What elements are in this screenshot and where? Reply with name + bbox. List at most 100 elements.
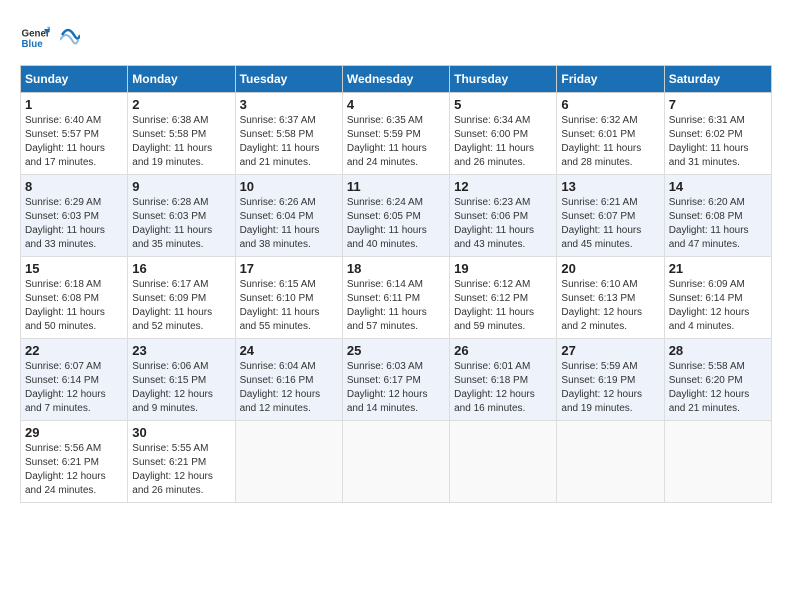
day-number: 13 [561,179,659,194]
day-number: 23 [132,343,230,358]
day-number: 6 [561,97,659,112]
calendar-day-cell: 11 Sunrise: 6:24 AM Sunset: 6:05 PM Dayli… [342,175,449,257]
day-number: 27 [561,343,659,358]
logo-wave-icon [60,20,80,50]
day-number: 29 [25,425,123,440]
day-number: 28 [669,343,767,358]
calendar-day-cell [557,421,664,503]
day-number: 20 [561,261,659,276]
calendar-day-cell: 2Sunrise: 6:38 AM Sunset: 5:58 PM Daylig… [128,93,235,175]
calendar-day-cell: 10 Sunrise: 6:26 AM Sunset: 6:04 PM Dayli… [235,175,342,257]
day-info: Sunrise: 5:58 AM Sunset: 6:20 PM Dayligh… [669,360,767,416]
weekday-header-row: SundayMondayTuesdayWednesdayThursdayFrid… [21,66,772,93]
day-number: 7 [669,97,767,112]
day-info: Sunrise: 6:14 AM Sunset: 6:11 PM Dayligh… [347,278,445,334]
calendar-week-row: 15 Sunrise: 6:18 AM Sunset: 6:08 PM Dayli… [21,257,772,339]
day-info: Sunrise: 6:06 AM Sunset: 6:15 PM Dayligh… [132,360,230,416]
weekday-header-cell: Wednesday [342,66,449,93]
day-number: 14 [669,179,767,194]
calendar-week-row: 8 Sunrise: 6:29 AM Sunset: 6:03 PM Daylig… [21,175,772,257]
day-number: 11 [347,179,445,194]
calendar-day-cell: 6Sunrise: 6:32 AM Sunset: 6:01 PM Daylig… [557,93,664,175]
day-number: 3 [240,97,338,112]
calendar-day-cell: 18 Sunrise: 6:14 AM Sunset: 6:11 PM Dayli… [342,257,449,339]
calendar-day-cell: 5 Sunrise: 6:34 AM Sunset: 6:00 PM Daylig… [450,93,557,175]
day-info: Sunrise: 6:40 AM Sunset: 5:57 PM Dayligh… [25,114,123,170]
day-info: Sunrise: 6:35 AM Sunset: 5:59 PM Dayligh… [347,114,445,170]
day-info: Sunrise: 6:29 AM Sunset: 6:03 PM Dayligh… [25,196,123,252]
day-info: Sunrise: 6:21 AM Sunset: 6:07 PM Dayligh… [561,196,659,252]
calendar-week-row: 29 Sunrise: 5:56 AM Sunset: 6:21 PM Dayli… [21,421,772,503]
calendar-day-cell: 13 Sunrise: 6:21 AM Sunset: 6:07 PM Dayli… [557,175,664,257]
logo-icon: General Blue [20,23,50,53]
day-info: Sunrise: 6:04 AM Sunset: 6:16 PM Dayligh… [240,360,338,416]
day-info: Sunrise: 6:23 AM Sunset: 6:06 PM Dayligh… [454,196,552,252]
day-info: Sunrise: 6:15 AM Sunset: 6:10 PM Dayligh… [240,278,338,334]
day-info: Sunrise: 6:03 AM Sunset: 6:17 PM Dayligh… [347,360,445,416]
weekday-header-cell: Thursday [450,66,557,93]
day-info: Sunrise: 6:28 AM Sunset: 6:03 PM Dayligh… [132,196,230,252]
day-info: Sunrise: 6:09 AM Sunset: 6:14 PM Dayligh… [669,278,767,334]
day-number: 26 [454,343,552,358]
calendar-day-cell: 3 Sunrise: 6:37 AM Sunset: 5:58 PM Daylig… [235,93,342,175]
day-number: 25 [347,343,445,358]
day-info: Sunrise: 6:07 AM Sunset: 6:14 PM Dayligh… [25,360,123,416]
weekday-header-cell: Tuesday [235,66,342,93]
day-info: Sunrise: 6:18 AM Sunset: 6:08 PM Dayligh… [25,278,123,334]
day-number: 19 [454,261,552,276]
day-number: 16 [132,261,230,276]
day-info: Sunrise: 6:12 AM Sunset: 6:12 PM Dayligh… [454,278,552,334]
calendar-day-cell [664,421,771,503]
calendar-day-cell: 24 Sunrise: 6:04 AM Sunset: 6:16 PM Dayli… [235,339,342,421]
calendar-day-cell: 19 Sunrise: 6:12 AM Sunset: 6:12 PM Dayli… [450,257,557,339]
calendar-day-cell: 1 Sunrise: 6:40 AM Sunset: 5:57 PM Daylig… [21,93,128,175]
calendar-day-cell [235,421,342,503]
calendar-week-row: 22 Sunrise: 6:07 AM Sunset: 6:14 PM Dayli… [21,339,772,421]
day-number: 24 [240,343,338,358]
day-number: 8 [25,179,123,194]
calendar-day-cell [450,421,557,503]
calendar-day-cell: 9Sunrise: 6:28 AM Sunset: 6:03 PM Daylig… [128,175,235,257]
logo: General Blue [20,20,80,55]
day-number: 5 [454,97,552,112]
calendar-day-cell: 12 Sunrise: 6:23 AM Sunset: 6:06 PM Dayli… [450,175,557,257]
svg-text:Blue: Blue [22,39,44,50]
weekday-header-cell: Monday [128,66,235,93]
calendar-day-cell: 7Sunrise: 6:31 AM Sunset: 6:02 PM Daylig… [664,93,771,175]
calendar-day-cell: 15 Sunrise: 6:18 AM Sunset: 6:08 PM Dayli… [21,257,128,339]
day-number: 12 [454,179,552,194]
calendar-day-cell: 16Sunrise: 6:17 AM Sunset: 6:09 PM Dayli… [128,257,235,339]
day-number: 18 [347,261,445,276]
day-info: Sunrise: 6:37 AM Sunset: 5:58 PM Dayligh… [240,114,338,170]
weekday-header-cell: Friday [557,66,664,93]
calendar-day-cell: 28 Sunrise: 5:58 AM Sunset: 6:20 PM Dayli… [664,339,771,421]
day-info: Sunrise: 5:56 AM Sunset: 6:21 PM Dayligh… [25,442,123,498]
day-info: Sunrise: 5:55 AM Sunset: 6:21 PM Dayligh… [132,442,230,498]
day-number: 1 [25,97,123,112]
day-number: 2 [132,97,230,112]
weekday-header-cell: Sunday [21,66,128,93]
calendar-day-cell: 17 Sunrise: 6:15 AM Sunset: 6:10 PM Dayli… [235,257,342,339]
day-number: 22 [25,343,123,358]
calendar-table: SundayMondayTuesdayWednesdayThursdayFrid… [20,65,772,503]
calendar-day-cell: 30 Sunrise: 5:55 AM Sunset: 6:21 PM Dayli… [128,421,235,503]
day-info: Sunrise: 6:34 AM Sunset: 6:00 PM Dayligh… [454,114,552,170]
calendar-day-cell: 14 Sunrise: 6:20 AM Sunset: 6:08 PM Dayli… [664,175,771,257]
day-number: 21 [669,261,767,276]
day-info: Sunrise: 6:24 AM Sunset: 6:05 PM Dayligh… [347,196,445,252]
calendar-day-cell: 20 Sunrise: 6:10 AM Sunset: 6:13 PM Dayli… [557,257,664,339]
calendar-day-cell: 29 Sunrise: 5:56 AM Sunset: 6:21 PM Dayli… [21,421,128,503]
calendar-day-cell: 23 Sunrise: 6:06 AM Sunset: 6:15 PM Dayli… [128,339,235,421]
calendar-day-cell [342,421,449,503]
calendar-body: 1 Sunrise: 6:40 AM Sunset: 5:57 PM Daylig… [21,93,772,503]
day-info: Sunrise: 6:20 AM Sunset: 6:08 PM Dayligh… [669,196,767,252]
day-info: Sunrise: 6:26 AM Sunset: 6:04 PM Dayligh… [240,196,338,252]
weekday-header-cell: Saturday [664,66,771,93]
day-info: Sunrise: 6:10 AM Sunset: 6:13 PM Dayligh… [561,278,659,334]
calendar-week-row: 1 Sunrise: 6:40 AM Sunset: 5:57 PM Daylig… [21,93,772,175]
day-number: 17 [240,261,338,276]
day-number: 15 [25,261,123,276]
day-number: 10 [240,179,338,194]
calendar-day-cell: 4Sunrise: 6:35 AM Sunset: 5:59 PM Daylig… [342,93,449,175]
day-number: 30 [132,425,230,440]
